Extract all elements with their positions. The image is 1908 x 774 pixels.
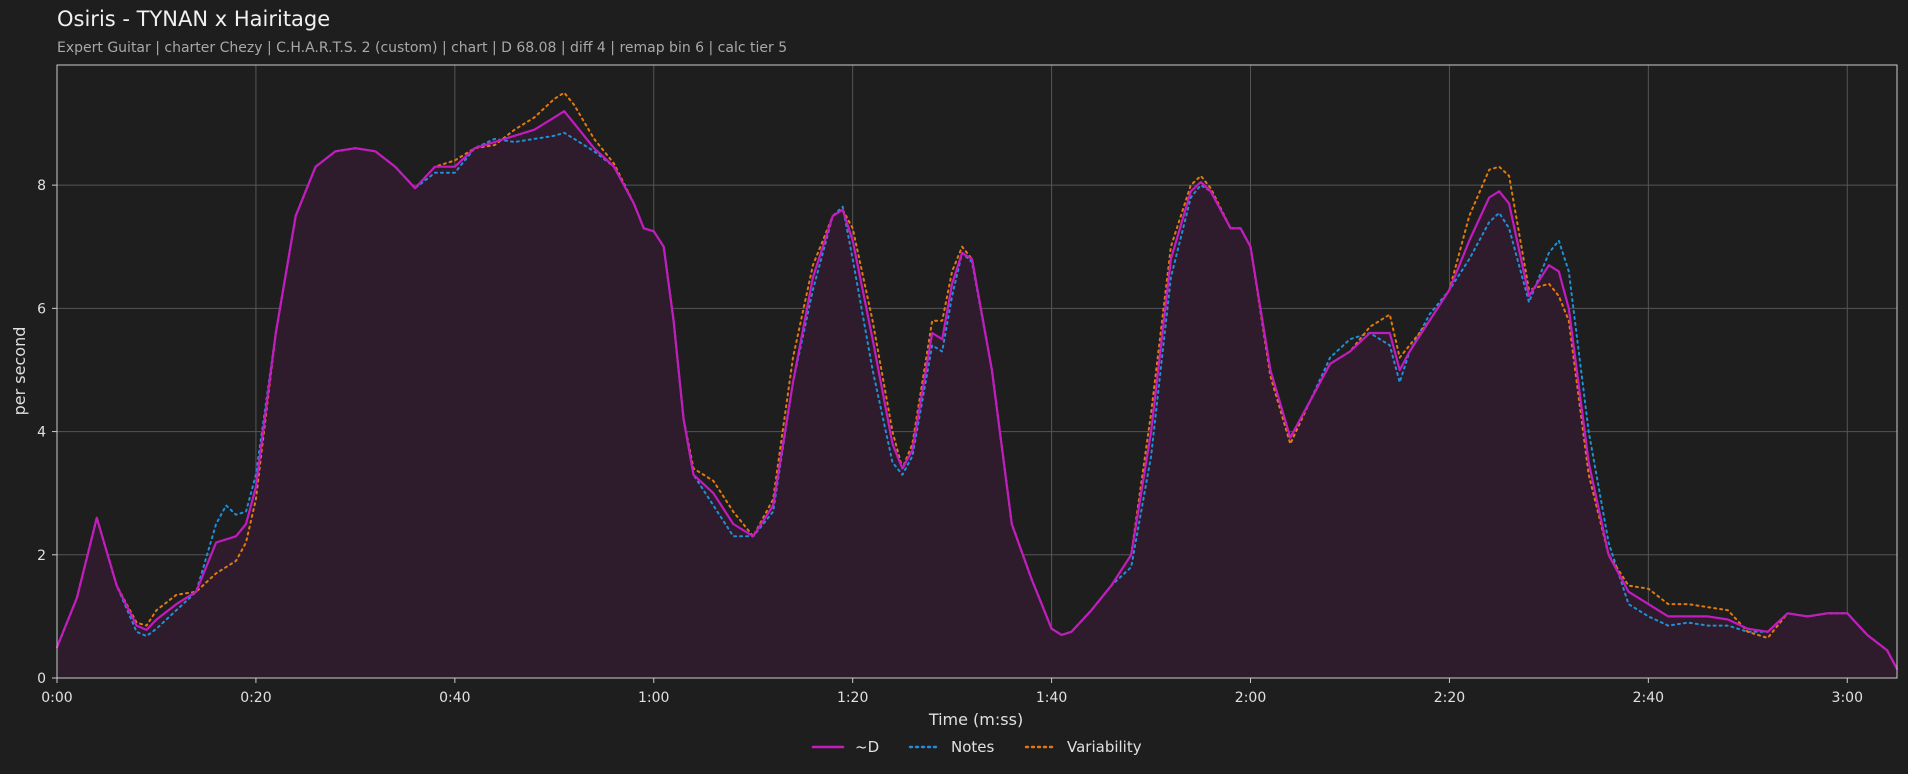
- x-tick-label: 2:00: [1235, 690, 1266, 706]
- x-tick-label: 0:20: [240, 690, 271, 706]
- legend-label: Variability: [1067, 738, 1142, 756]
- legend: ~D Notes Variability: [811, 738, 1142, 756]
- area-fill: [57, 111, 1897, 678]
- line-chart: 0:00 0:20 0:40 1:00 1:20 1:40 2:00 2:20 2:40 3:00…: [10, 64, 1899, 756]
- x-tick-label: 0:40: [439, 690, 470, 706]
- y-tick-label: 0: [37, 671, 46, 687]
- y-tick-label: 2: [37, 548, 46, 564]
- x-tick-label: 1:00: [638, 690, 669, 706]
- y-tick-label: 6: [37, 301, 46, 317]
- x-tick-label: 1:40: [1036, 690, 1067, 706]
- x-tick-label: 2:40: [1633, 690, 1664, 706]
- y-axis-label: per second: [10, 327, 29, 416]
- legend-label: ~D: [855, 738, 879, 756]
- x-tick-label: 0:00: [41, 690, 72, 706]
- x-tick-label: 2:20: [1434, 690, 1465, 706]
- y-tick-label: 4: [37, 425, 46, 441]
- x-axis-label: Time (m:ss): [928, 710, 1023, 729]
- x-tick-label: 3:00: [1832, 690, 1863, 706]
- area-under-d: [57, 111, 1897, 678]
- x-tick-label: 1:20: [837, 690, 868, 706]
- y-tick-label: 8: [37, 178, 46, 194]
- legend-label: Notes: [951, 738, 995, 756]
